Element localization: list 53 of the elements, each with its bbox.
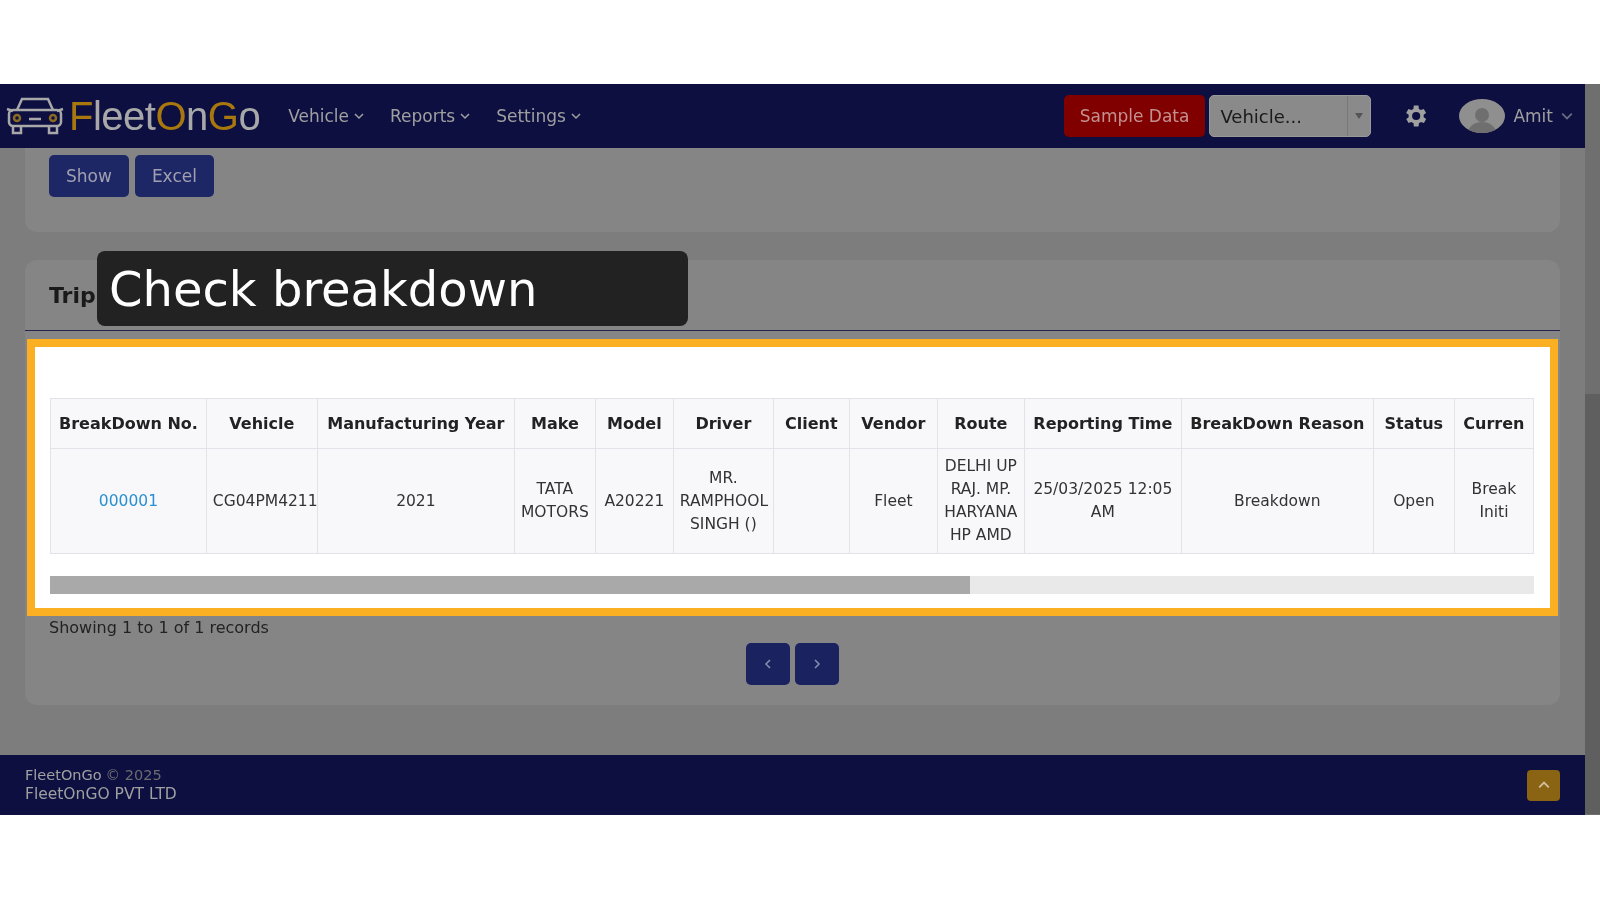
table-cell: CG04PM4211 bbox=[206, 448, 318, 554]
table-cell: A20221 bbox=[595, 448, 674, 554]
next-page-button[interactable] bbox=[795, 643, 839, 685]
table-cell: DELHI UP RAJ. MP. HARYANA HP AMD bbox=[937, 448, 1025, 554]
footer-copyright: © 2025 bbox=[105, 767, 162, 783]
footer-company: FleetOnGO PVT LTD bbox=[25, 785, 177, 803]
column-header[interactable]: BreakDown No. bbox=[50, 398, 207, 449]
column-header[interactable]: Driver bbox=[673, 398, 774, 449]
table-cell: Fleet bbox=[849, 448, 938, 554]
column-header[interactable]: Make bbox=[514, 398, 596, 449]
footer-brand: FleetOnGo bbox=[25, 767, 102, 783]
chevron-left-icon bbox=[763, 659, 773, 669]
chevron-down-icon bbox=[460, 111, 471, 121]
table-cell: Break Initi bbox=[1454, 448, 1534, 554]
callout-caption: Check breakdown bbox=[97, 251, 688, 326]
horizontal-scrollbar[interactable] bbox=[50, 576, 1534, 594]
avatar[interactable] bbox=[1459, 99, 1506, 133]
chevron-down-icon bbox=[354, 111, 364, 121]
page-scrollbar[interactable] bbox=[1585, 84, 1600, 815]
table-cell: TATA MOTORS bbox=[514, 448, 596, 554]
chevron-right-icon bbox=[812, 659, 822, 669]
filter-button[interactable]: Excel bbox=[134, 155, 214, 197]
column-header[interactable]: Route bbox=[937, 398, 1025, 449]
column-header[interactable]: Vendor bbox=[849, 398, 938, 449]
table-cell: Breakdown bbox=[1181, 448, 1374, 554]
records-info: Showing 1 to 1 of 1 records bbox=[48, 618, 270, 637]
vehicle-select[interactable]: Vehicle... bbox=[1209, 95, 1372, 137]
chevron-down-icon bbox=[570, 111, 581, 121]
table-cell: Open bbox=[1373, 448, 1455, 554]
table-cell: 25/03/2025 12:05 AM bbox=[1024, 448, 1182, 554]
column-header[interactable]: BreakDown Reason bbox=[1181, 398, 1374, 449]
column-header[interactable]: Client bbox=[773, 398, 850, 449]
column-header[interactable]: Curren bbox=[1454, 398, 1534, 449]
sample-data-button[interactable]: Sample Data bbox=[1063, 95, 1206, 137]
nav-menu-item[interactable]: Settings bbox=[496, 106, 581, 126]
column-header[interactable]: Reporting Time bbox=[1024, 398, 1182, 449]
caret-icon bbox=[1355, 113, 1364, 119]
nav-menu-item[interactable]: Reports bbox=[390, 106, 471, 126]
chevron-up-icon bbox=[1537, 779, 1550, 791]
previous-page-button[interactable] bbox=[746, 643, 790, 685]
column-header[interactable]: Vehicle bbox=[206, 398, 318, 449]
column-header[interactable]: Status bbox=[1373, 398, 1455, 449]
chevron-down-icon bbox=[1561, 110, 1573, 122]
section-title: Trip bbox=[49, 282, 96, 308]
table-cell: 2021 bbox=[317, 448, 515, 554]
filter-button[interactable]: Show bbox=[49, 155, 129, 197]
nav-menu-item[interactable]: Vehicle bbox=[288, 106, 364, 126]
logo-text: FleetOnGo bbox=[69, 93, 261, 139]
table-cell: MR. RAMPHOOL SINGH () bbox=[673, 448, 774, 554]
column-header[interactable]: Manufacturing Year bbox=[317, 398, 515, 449]
back-to-top-button[interactable] bbox=[1527, 769, 1560, 801]
column-header[interactable]: Model bbox=[595, 398, 674, 449]
user-name[interactable]: Amit bbox=[1513, 106, 1553, 126]
